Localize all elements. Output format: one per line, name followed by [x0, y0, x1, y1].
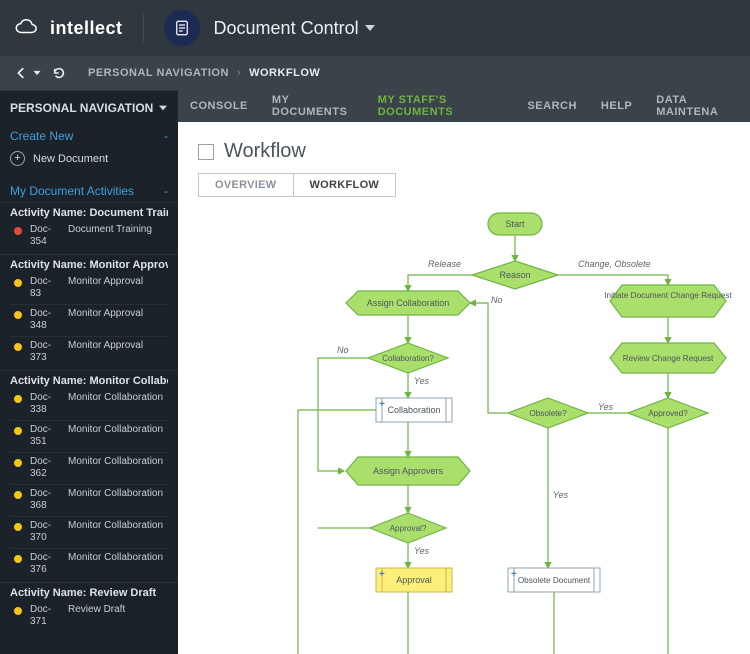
sidebar-header[interactable]: PERSONAL NAVIGATION [0, 90, 178, 121]
tab[interactable]: SEARCH [515, 90, 588, 122]
refresh-button[interactable] [52, 66, 66, 80]
brand-text: intellect [50, 18, 123, 39]
brand: intellect [14, 18, 123, 39]
svg-text:Start: Start [505, 219, 525, 229]
sidebar-item[interactable]: Doc-354Document Training [10, 221, 168, 252]
svg-text:No: No [491, 295, 503, 305]
sidebar-item[interactable]: Doc-376Monitor Collaboration [10, 549, 168, 580]
svg-text:Release: Release [428, 259, 461, 269]
document-icon [173, 19, 191, 37]
svg-text:Obsolete Document: Obsolete Document [518, 576, 591, 585]
chevron-down-icon [365, 25, 375, 31]
sidebar-item[interactable]: Doc-83Monitor Approval [10, 273, 168, 305]
svg-text:Yes: Yes [414, 546, 430, 556]
svg-text:Assign Approvers: Assign Approvers [373, 466, 444, 476]
status-dot-icon [14, 395, 22, 403]
breadcrumb-sep: › [237, 67, 241, 79]
svg-text:No: No [337, 345, 349, 355]
sidebar-item[interactable]: Doc-362Monitor Collaboration [10, 453, 168, 485]
new-document-button[interactable]: + New Document [0, 147, 178, 176]
main-tabs: CONSOLEMY DOCUMENTSMY STAFF'S DOCUMENTSS… [178, 90, 750, 122]
sidebar-item[interactable]: Doc-338Monitor Collaboration [10, 389, 168, 421]
svg-text:Assign Collaboration: Assign Collaboration [367, 298, 450, 308]
breadcrumb-root[interactable]: PERSONAL NAVIGATION [88, 67, 229, 79]
svg-text:Collaboration: Collaboration [387, 405, 440, 415]
tab[interactable]: HELP [589, 90, 644, 122]
sidebar-group-title: Activity Name: Review Draft [10, 587, 168, 599]
nav-controls [14, 66, 66, 80]
subtabs: OVERVIEWWORKFLOW [198, 173, 396, 197]
status-dot-icon [14, 459, 22, 467]
app-icon[interactable] [164, 10, 200, 46]
svg-text:Approved?: Approved? [648, 409, 688, 418]
sidebar-group-title: Activity Name: Monitor Approva [10, 259, 168, 271]
svg-text:Initiate Document Change Reque: Initiate Document Change Request [604, 291, 732, 300]
sidebar-item[interactable]: Doc-368Monitor Collaboration [10, 485, 168, 517]
breadcrumb-current: WORKFLOW [249, 67, 320, 79]
tab[interactable]: MY DOCUMENTS [260, 90, 366, 122]
status-dot-icon [14, 555, 22, 563]
svg-text:Approval?: Approval? [390, 524, 427, 533]
status-dot-icon [14, 491, 22, 499]
svg-text:Change, Obsolete: Change, Obsolete [578, 259, 651, 269]
sidebar-item[interactable]: Doc-370Monitor Collaboration [10, 517, 168, 549]
divider [143, 14, 144, 42]
svg-text:Obsolete?: Obsolete? [529, 409, 567, 418]
subtab[interactable]: OVERVIEW [199, 174, 293, 196]
plus-icon: + [10, 151, 25, 166]
sidebar-activities-section[interactable]: My Document Activities- [0, 176, 178, 202]
svg-text:Yes: Yes [598, 402, 614, 412]
top-bar: intellect Document Control [0, 0, 750, 56]
status-dot-icon [14, 523, 22, 531]
breadcrumb-bar: PERSONAL NAVIGATION › WORKFLOW [0, 56, 750, 90]
status-dot-icon [14, 227, 22, 235]
svg-text:Yes: Yes [414, 376, 430, 386]
subtab[interactable]: WORKFLOW [293, 174, 396, 196]
sidebar-group-title: Activity Name: Document Train [10, 207, 168, 219]
cloud-icon [14, 18, 44, 38]
svg-text:+: + [379, 569, 385, 580]
sidebar-item[interactable]: Doc-373Monitor Approval [10, 337, 168, 368]
status-dot-icon [14, 343, 22, 351]
svg-text:Yes: Yes [553, 490, 569, 500]
chevron-down-icon [159, 106, 167, 111]
svg-text:Reason: Reason [499, 270, 530, 280]
status-dot-icon [14, 427, 22, 435]
tab[interactable]: MY STAFF'S DOCUMENTS [366, 90, 516, 122]
tab[interactable]: CONSOLE [178, 90, 260, 122]
svg-text:Review Change Request: Review Change Request [623, 354, 714, 363]
app-title-text: Document Control [214, 18, 359, 39]
page-title: Workflow [224, 140, 306, 163]
status-dot-icon [14, 279, 22, 287]
select-all-checkbox[interactable] [198, 144, 214, 160]
tab[interactable]: DATA MAINTENA [644, 90, 750, 122]
workflow-canvas[interactable]: Start Reason Release Change, Obsolete As… [198, 203, 730, 654]
sidebar-create-section[interactable]: Create New- [0, 121, 178, 147]
svg-text:+: + [379, 399, 385, 410]
sidebar-group-title: Activity Name: Monitor Collabo [10, 375, 168, 387]
main-area: CONSOLEMY DOCUMENTSMY STAFF'S DOCUMENTSS… [178, 90, 750, 654]
app-title-dropdown[interactable]: Document Control [214, 18, 375, 39]
content: Workflow OVERVIEWWORKFLOW Start Reason R… [178, 122, 750, 654]
status-dot-icon [14, 311, 22, 319]
sidebar-item[interactable]: Doc-371Review Draft [10, 601, 168, 632]
svg-text:Approval: Approval [396, 575, 432, 585]
back-button[interactable] [14, 66, 42, 80]
sidebar-item[interactable]: Doc-348Monitor Approval [10, 305, 168, 337]
status-dot-icon [14, 607, 22, 615]
chevron-down-icon [34, 71, 41, 75]
sidebar: PERSONAL NAVIGATION Create New- + New Do… [0, 90, 178, 654]
svg-text:Collaboration?: Collaboration? [382, 354, 434, 363]
sidebar-item[interactable]: Doc-351Monitor Collaboration [10, 421, 168, 453]
svg-text:+: + [511, 569, 517, 580]
